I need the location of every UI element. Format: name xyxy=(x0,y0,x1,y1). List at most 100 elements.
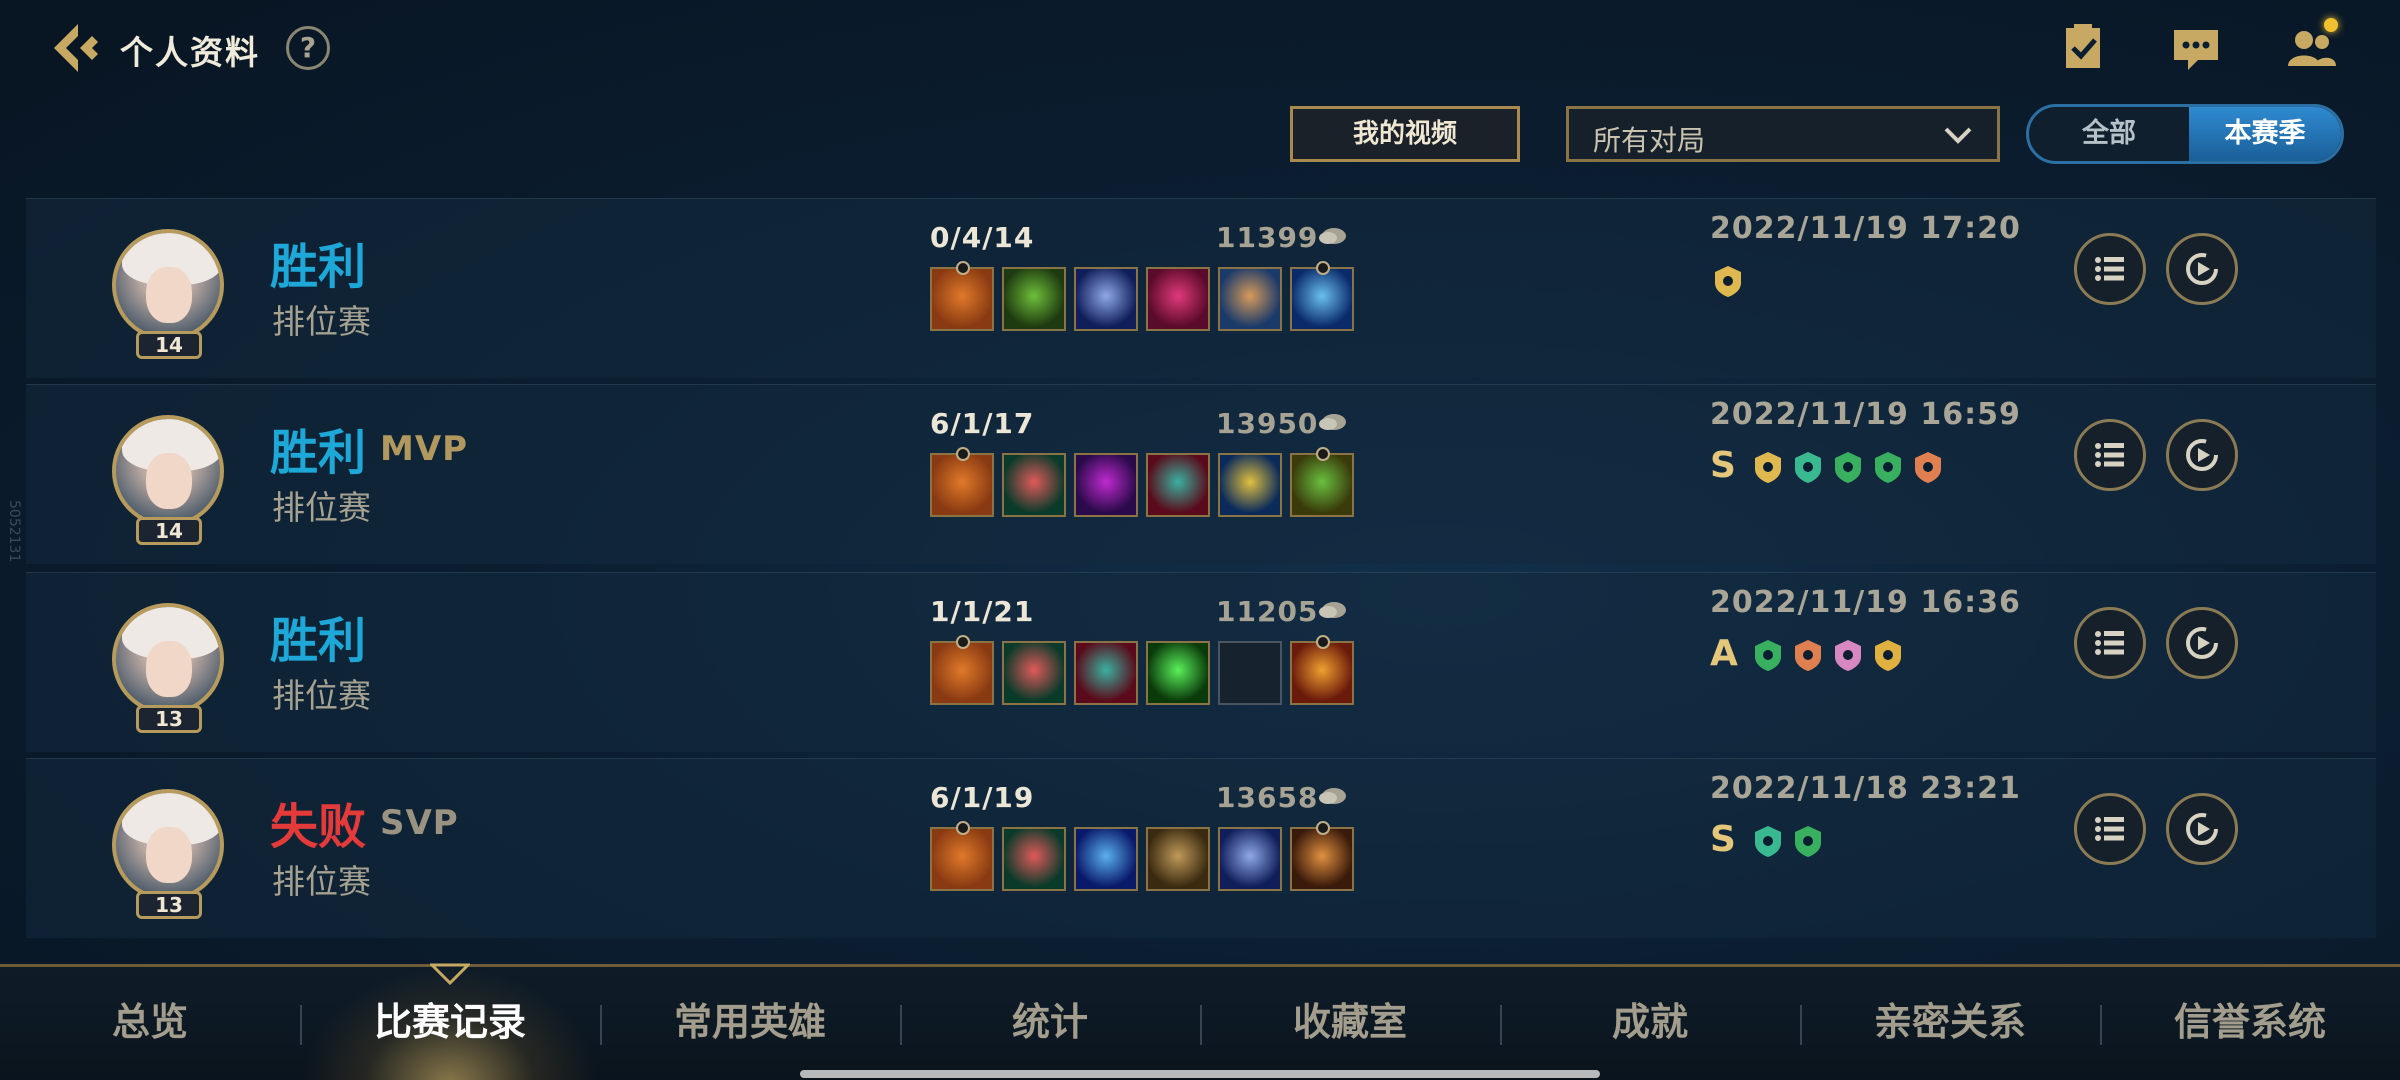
season-toggle: 全部 本赛季 xyxy=(2026,104,2344,164)
item-sunfire-icon xyxy=(1290,635,1354,705)
kda: 0/4/14 xyxy=(930,221,1035,254)
tab-divider xyxy=(2100,1005,2102,1045)
item-gauntlet-icon xyxy=(1146,827,1210,891)
checklist-icon[interactable] xyxy=(2056,22,2112,74)
gold-bee-icon xyxy=(1750,449,1786,485)
item-helm-icon xyxy=(1074,267,1138,331)
green-heart-icon xyxy=(1750,637,1786,673)
item-helm-icon xyxy=(1218,827,1282,891)
game-mode: 排位赛 xyxy=(272,488,371,527)
item-mask-icon xyxy=(1074,453,1138,517)
list-icon xyxy=(2095,443,2124,467)
item-beast-icon xyxy=(1146,453,1210,517)
replay-button[interactable] xyxy=(2166,607,2238,679)
match-time: 2022/11/19 16:36 xyxy=(1710,585,2021,620)
item-beast-icon xyxy=(1074,641,1138,705)
item-trident-icon xyxy=(1218,453,1282,517)
home-indicator[interactable] xyxy=(800,1070,1600,1078)
list-icon xyxy=(2095,817,2124,841)
champion-level-badge: 13 xyxy=(136,705,202,733)
active-item-marker xyxy=(1316,821,1330,835)
green-shield-icon xyxy=(1790,449,1826,485)
tab-7[interactable]: 亲密关系 xyxy=(1800,967,2100,1080)
green-heart-icon xyxy=(1790,823,1826,859)
gold-drop-icon xyxy=(1870,637,1906,673)
green-shield-icon xyxy=(1750,823,1786,859)
item-boots-icon xyxy=(1002,641,1066,705)
page-title: 个人资料 xyxy=(120,33,260,72)
tab-2[interactable]: 比赛记录 xyxy=(300,967,600,1080)
active-item-marker xyxy=(956,447,970,461)
match-row[interactable]: 14 胜利 MVP 排位赛 6/1/17 13950 2022/11/19 16:59 S xyxy=(26,384,2376,564)
toggle-all[interactable]: 全部 xyxy=(2029,107,2189,161)
match-result: 胜利 xyxy=(270,613,367,669)
match-details-button[interactable] xyxy=(2074,419,2146,491)
item-crystal-icon xyxy=(1074,827,1138,891)
chat-icon[interactable] xyxy=(2168,22,2224,74)
item-axe-icon xyxy=(930,447,994,517)
match-result: 胜利 xyxy=(270,239,367,295)
active-item-marker xyxy=(1316,635,1330,649)
gold-amount: 13658 xyxy=(1216,781,1319,814)
champion-avatar xyxy=(112,415,224,527)
tab-5[interactable]: 收藏室 xyxy=(1200,967,1500,1080)
tab-divider xyxy=(1800,1005,1802,1045)
game-mode: 排位赛 xyxy=(272,302,371,341)
tab-divider xyxy=(900,1005,902,1045)
item-boots-icon xyxy=(1002,453,1066,517)
match-details-button[interactable] xyxy=(2074,607,2146,679)
friends-icon[interactable] xyxy=(2284,18,2340,74)
match-details-button[interactable] xyxy=(2074,793,2146,865)
tab-divider xyxy=(600,1005,602,1045)
tab-3[interactable]: 常用英雄 xyxy=(600,967,900,1080)
item-demon-icon xyxy=(1146,267,1210,331)
replay-button[interactable] xyxy=(2166,233,2238,305)
kda: 1/1/21 xyxy=(930,595,1035,628)
honor-label: SVP xyxy=(380,803,459,843)
tab-8[interactable]: 信誉系统 xyxy=(2100,967,2400,1080)
item-boots-icon xyxy=(1002,827,1066,891)
grade-label: A xyxy=(1710,633,1738,674)
match-time: 2022/11/19 17:20 xyxy=(1710,211,2021,246)
replay-icon xyxy=(2186,813,2218,845)
active-item-marker xyxy=(1316,261,1330,275)
my-videos-button[interactable]: 我的视频 xyxy=(1290,106,1520,162)
match-type-value: 所有对局 xyxy=(1593,124,1706,157)
match-details-button[interactable] xyxy=(2074,233,2146,305)
gold-amount: 13950 xyxy=(1216,407,1319,440)
tab-4[interactable]: 统计 xyxy=(900,967,1200,1080)
champion-level-badge: 14 xyxy=(136,331,202,359)
orange-tank-icon xyxy=(1790,637,1826,673)
gold-amount: 11205 xyxy=(1216,595,1319,628)
match-row[interactable]: 13 胜利排位赛 1/1/21 11205 2022/11/19 16:36 A xyxy=(26,572,2376,752)
kda: 6/1/17 xyxy=(930,407,1035,440)
gold-coin-icon xyxy=(1316,599,1348,621)
item-scroll-icon xyxy=(1290,447,1354,517)
notification-dot xyxy=(2324,18,2338,32)
avatar-face xyxy=(146,827,192,883)
replay-icon xyxy=(2186,253,2218,285)
green-heart-icon xyxy=(1830,449,1866,485)
replay-button[interactable] xyxy=(2166,793,2238,865)
match-type-dropdown[interactable]: 所有对局 xyxy=(1566,106,2000,162)
match-time: 2022/11/18 23:21 xyxy=(1710,771,2021,806)
orange-tank-icon xyxy=(1910,449,1946,485)
gold-bee-icon xyxy=(1710,263,1746,299)
help-icon[interactable]: ? xyxy=(286,26,330,70)
active-item-marker xyxy=(956,821,970,835)
item-claw-icon xyxy=(1002,267,1066,331)
champion-avatar xyxy=(112,789,224,901)
top-bar: 个人资料 ? xyxy=(0,0,2400,100)
game-mode: 排位赛 xyxy=(272,676,371,715)
back-arrow-icon[interactable] xyxy=(48,18,108,78)
replay-button[interactable] xyxy=(2166,419,2238,491)
tab-1[interactable]: 总览 xyxy=(0,967,300,1080)
match-row[interactable]: 13 失败 SVP 排位赛 6/1/19 13658 2022/11/18 23:21 S xyxy=(26,758,2376,938)
match-result: 胜利 xyxy=(270,425,367,481)
replay-icon xyxy=(2186,627,2218,659)
tab-6[interactable]: 成就 xyxy=(1500,967,1800,1080)
toggle-this-season[interactable]: 本赛季 xyxy=(2189,107,2341,161)
item-skull-ring-icon xyxy=(1146,641,1210,705)
item-lantern-icon xyxy=(1290,821,1354,891)
match-row[interactable]: 14 胜利 排位赛 0/4/14 11399 2022/11/19 17:20 xyxy=(26,198,2376,378)
